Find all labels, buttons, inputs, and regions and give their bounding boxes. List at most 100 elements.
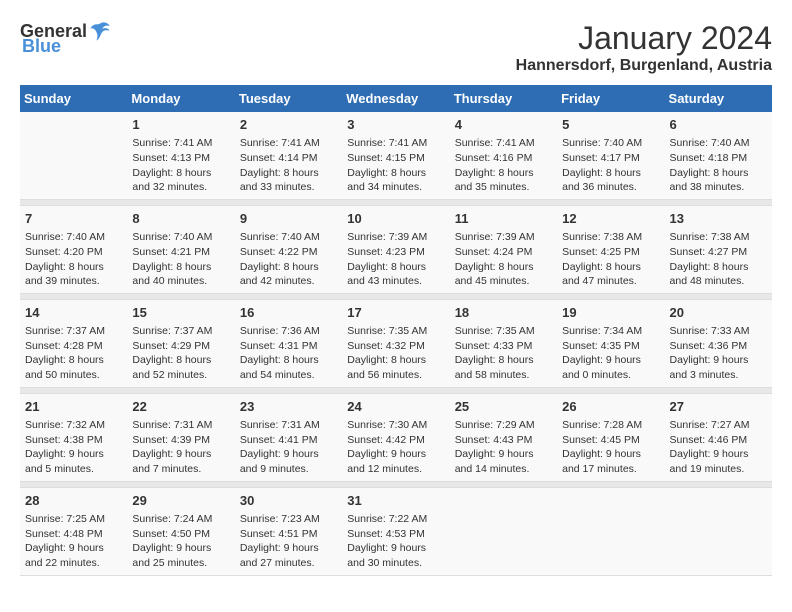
day-info: Sunrise: 7:24 AMSunset: 4:50 PMDaylight:… xyxy=(132,512,229,571)
day-info: Sunrise: 7:39 AMSunset: 4:23 PMDaylight:… xyxy=(347,230,444,289)
day-info: Sunrise: 7:41 AMSunset: 4:14 PMDaylight:… xyxy=(240,136,337,195)
week-row-4: 21Sunrise: 7:32 AMSunset: 4:38 PMDayligh… xyxy=(20,393,772,481)
calendar-cell xyxy=(665,487,772,575)
day-number: 8 xyxy=(132,210,229,228)
day-number: 25 xyxy=(455,398,552,416)
day-number: 21 xyxy=(25,398,122,416)
calendar-cell xyxy=(450,487,557,575)
day-info: Sunrise: 7:29 AMSunset: 4:43 PMDaylight:… xyxy=(455,418,552,477)
day-number: 17 xyxy=(347,304,444,322)
calendar-cell: 1 Sunrise: 7:41 AMSunset: 4:13 PMDaylight… xyxy=(127,112,234,199)
day-info: Sunrise: 7:40 AMSunset: 4:22 PMDaylight:… xyxy=(240,230,337,289)
calendar-cell: 14Sunrise: 7:37 AMSunset: 4:28 PMDayligh… xyxy=(20,299,127,387)
day-number: 22 xyxy=(132,398,229,416)
day-number: 4 xyxy=(455,116,552,134)
day-number: 3 xyxy=(347,116,444,134)
calendar-cell: 21Sunrise: 7:32 AMSunset: 4:38 PMDayligh… xyxy=(20,393,127,481)
weekday-header-thursday: Thursday xyxy=(450,85,557,112)
calendar-cell: 4 Sunrise: 7:41 AMSunset: 4:16 PMDaylight… xyxy=(450,112,557,199)
weekday-header-wednesday: Wednesday xyxy=(342,85,449,112)
header: General Blue January 2024 Hannersdorf, B… xyxy=(20,20,772,75)
calendar-cell: 27 Sunrise: 7:27 AMSunset: 4:46 PMDayligh… xyxy=(665,393,772,481)
day-number: 1 xyxy=(132,116,229,134)
day-info: Sunrise: 7:28 AMSunset: 4:45 PMDaylight:… xyxy=(562,418,659,477)
title-section: January 2024 Hannersdorf, Burgenland, Au… xyxy=(516,20,772,75)
weekday-header-tuesday: Tuesday xyxy=(235,85,342,112)
day-number: 29 xyxy=(132,492,229,510)
calendar-cell xyxy=(20,112,127,199)
main-title: January 2024 xyxy=(516,20,772,57)
day-number: 18 xyxy=(455,304,552,322)
day-number: 5 xyxy=(562,116,659,134)
week-row-2: 7 Sunrise: 7:40 AMSunset: 4:20 PMDaylight… xyxy=(20,205,772,293)
day-number: 26 xyxy=(562,398,659,416)
calendar-cell: 8 Sunrise: 7:40 AMSunset: 4:21 PMDaylight… xyxy=(127,205,234,293)
day-info: Sunrise: 7:31 AMSunset: 4:39 PMDaylight:… xyxy=(132,418,229,477)
calendar-cell: 12 Sunrise: 7:38 AMSunset: 4:25 PMDayligh… xyxy=(557,205,664,293)
day-number: 2 xyxy=(240,116,337,134)
day-info: Sunrise: 7:41 AMSunset: 4:13 PMDaylight:… xyxy=(132,136,229,195)
calendar-cell: 29 Sunrise: 7:24 AMSunset: 4:50 PMDayligh… xyxy=(127,487,234,575)
day-info: Sunrise: 7:38 AMSunset: 4:27 PMDaylight:… xyxy=(670,230,767,289)
calendar-cell: 23Sunrise: 7:31 AMSunset: 4:41 PMDayligh… xyxy=(235,393,342,481)
weekday-header-row: SundayMondayTuesdayWednesdayThursdayFrid… xyxy=(20,85,772,112)
calendar-cell: 19Sunrise: 7:34 AMSunset: 4:35 PMDayligh… xyxy=(557,299,664,387)
calendar-cell: 30Sunrise: 7:23 AMSunset: 4:51 PMDayligh… xyxy=(235,487,342,575)
day-number: 31 xyxy=(347,492,444,510)
calendar-cell: 10 Sunrise: 7:39 AMSunset: 4:23 PMDayligh… xyxy=(342,205,449,293)
logo-bird-icon xyxy=(89,20,111,42)
calendar-cell: 24Sunrise: 7:30 AMSunset: 4:42 PMDayligh… xyxy=(342,393,449,481)
day-info: Sunrise: 7:27 AMSunset: 4:46 PMDaylight:… xyxy=(670,418,767,477)
week-row-3: 14Sunrise: 7:37 AMSunset: 4:28 PMDayligh… xyxy=(20,299,772,387)
calendar-cell: 6Sunrise: 7:40 AMSunset: 4:18 PMDaylight… xyxy=(665,112,772,199)
day-number: 11 xyxy=(455,210,552,228)
day-number: 28 xyxy=(25,492,122,510)
day-number: 12 xyxy=(562,210,659,228)
calendar-cell: 7 Sunrise: 7:40 AMSunset: 4:20 PMDaylight… xyxy=(20,205,127,293)
day-number: 24 xyxy=(347,398,444,416)
day-info: Sunrise: 7:35 AMSunset: 4:32 PMDaylight:… xyxy=(347,324,444,383)
day-number: 14 xyxy=(25,304,122,322)
week-row-5: 28 Sunrise: 7:25 AMSunset: 4:48 PMDayligh… xyxy=(20,487,772,575)
day-info: Sunrise: 7:40 AMSunset: 4:21 PMDaylight:… xyxy=(132,230,229,289)
weekday-header-sunday: Sunday xyxy=(20,85,127,112)
day-info: Sunrise: 7:39 AMSunset: 4:24 PMDaylight:… xyxy=(455,230,552,289)
day-number: 23 xyxy=(240,398,337,416)
weekday-header-monday: Monday xyxy=(127,85,234,112)
calendar-cell: 9 Sunrise: 7:40 AMSunset: 4:22 PMDaylight… xyxy=(235,205,342,293)
day-info: Sunrise: 7:41 AMSunset: 4:16 PMDaylight:… xyxy=(455,136,552,195)
day-number: 27 xyxy=(670,398,767,416)
day-info: Sunrise: 7:25 AMSunset: 4:48 PMDaylight:… xyxy=(25,512,122,571)
day-info: Sunrise: 7:41 AMSunset: 4:15 PMDaylight:… xyxy=(347,136,444,195)
calendar-cell: 18 Sunrise: 7:35 AMSunset: 4:33 PMDayligh… xyxy=(450,299,557,387)
day-number: 20 xyxy=(670,304,767,322)
calendar-table: SundayMondayTuesdayWednesdayThursdayFrid… xyxy=(20,85,772,576)
day-info: Sunrise: 7:40 AMSunset: 4:17 PMDaylight:… xyxy=(562,136,659,195)
day-info: Sunrise: 7:23 AMSunset: 4:51 PMDaylight:… xyxy=(240,512,337,571)
calendar-cell: 13 Sunrise: 7:38 AMSunset: 4:27 PMDayligh… xyxy=(665,205,772,293)
day-number: 7 xyxy=(25,210,122,228)
weekday-header-saturday: Saturday xyxy=(665,85,772,112)
calendar-cell: 20 Sunrise: 7:33 AMSunset: 4:36 PMDayligh… xyxy=(665,299,772,387)
subtitle: Hannersdorf, Burgenland, Austria xyxy=(516,57,772,75)
day-info: Sunrise: 7:36 AMSunset: 4:31 PMDaylight:… xyxy=(240,324,337,383)
day-info: Sunrise: 7:22 AMSunset: 4:53 PMDaylight:… xyxy=(347,512,444,571)
weekday-header-friday: Friday xyxy=(557,85,664,112)
calendar-cell: 26 Sunrise: 7:28 AMSunset: 4:45 PMDayligh… xyxy=(557,393,664,481)
day-info: Sunrise: 7:40 AMSunset: 4:20 PMDaylight:… xyxy=(25,230,122,289)
calendar-cell: 22 Sunrise: 7:31 AMSunset: 4:39 PMDayligh… xyxy=(127,393,234,481)
logo-blue: Blue xyxy=(22,36,61,57)
logo: General Blue xyxy=(20,20,111,57)
calendar-cell: 15Sunrise: 7:37 AMSunset: 4:29 PMDayligh… xyxy=(127,299,234,387)
day-number: 6 xyxy=(670,116,767,134)
calendar-cell: 17 Sunrise: 7:35 AMSunset: 4:32 PMDayligh… xyxy=(342,299,449,387)
day-number: 19 xyxy=(562,304,659,322)
day-info: Sunrise: 7:38 AMSunset: 4:25 PMDaylight:… xyxy=(562,230,659,289)
calendar-cell: 28 Sunrise: 7:25 AMSunset: 4:48 PMDayligh… xyxy=(20,487,127,575)
day-info: Sunrise: 7:35 AMSunset: 4:33 PMDaylight:… xyxy=(455,324,552,383)
day-number: 9 xyxy=(240,210,337,228)
day-number: 13 xyxy=(670,210,767,228)
day-info: Sunrise: 7:33 AMSunset: 4:36 PMDaylight:… xyxy=(670,324,767,383)
day-number: 10 xyxy=(347,210,444,228)
calendar-cell: 11 Sunrise: 7:39 AMSunset: 4:24 PMDayligh… xyxy=(450,205,557,293)
